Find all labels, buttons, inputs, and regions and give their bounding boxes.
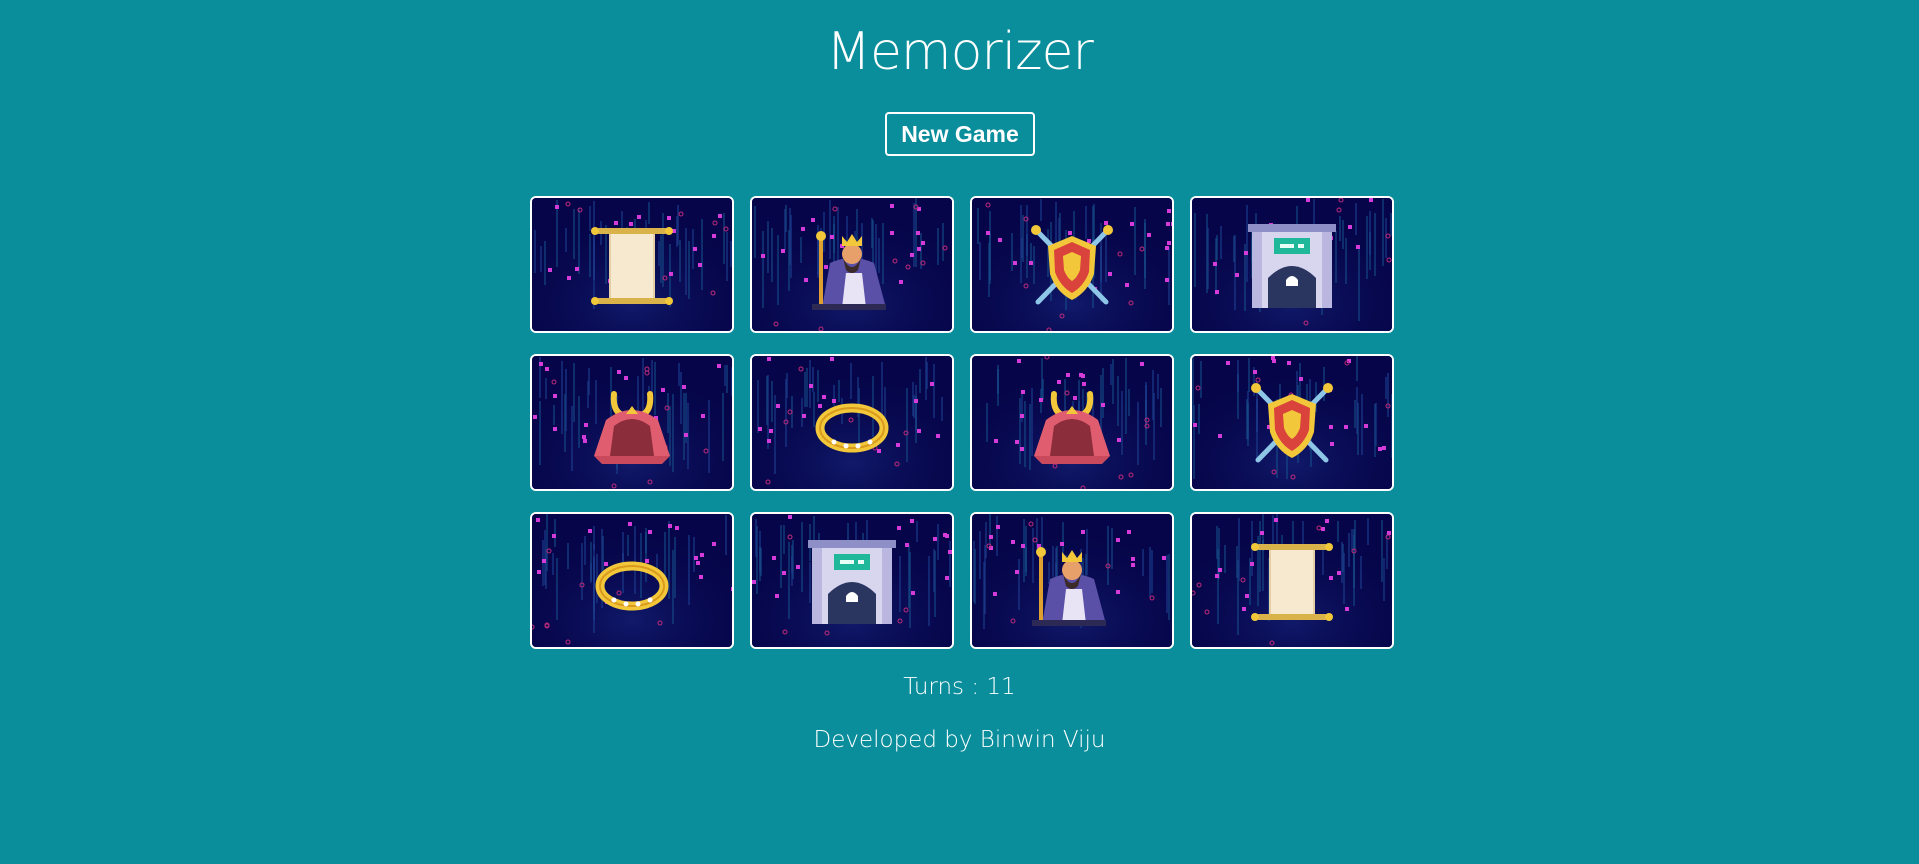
developer-credit: Developed by Binwin Viju [813, 727, 1106, 753]
gate-icon [808, 540, 896, 624]
card-samurai-helmet[interactable] [970, 354, 1174, 491]
card-gate[interactable] [750, 512, 954, 649]
card-king[interactable] [750, 196, 954, 333]
new-game-button[interactable]: New Game [885, 112, 1035, 156]
card-ring[interactable] [750, 354, 954, 491]
turns-counter: Turns : 11 [903, 674, 1016, 700]
card-gate[interactable] [1190, 196, 1394, 333]
gate-icon [1248, 224, 1336, 308]
card-ring[interactable] [530, 512, 734, 649]
card-shield-swords[interactable] [970, 196, 1174, 333]
app-title: Memorizer [826, 22, 1094, 82]
card-samurai-helmet[interactable] [530, 354, 734, 491]
card-grid [530, 196, 1394, 649]
card-scroll[interactable] [1190, 512, 1394, 649]
card-king[interactable] [970, 512, 1174, 649]
card-shield-swords[interactable] [1190, 354, 1394, 491]
card-scroll[interactable] [530, 196, 734, 333]
